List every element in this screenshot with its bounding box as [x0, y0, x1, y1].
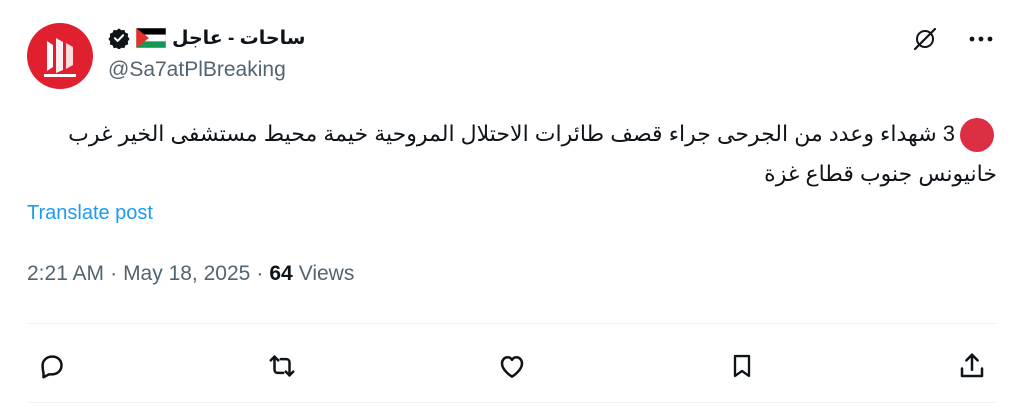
post-date[interactable]: May 18, 2025 — [123, 262, 250, 286]
palestine-flag-icon — [136, 28, 166, 48]
views-label: Views — [298, 262, 355, 285]
reply-icon[interactable] — [35, 349, 69, 383]
views-count: 64 — [269, 262, 293, 285]
post-time[interactable]: 2:21 AM — [27, 262, 104, 286]
account-handle[interactable]: @Sa7atPlBreaking — [108, 58, 286, 82]
account-name[interactable]: ساحات - عاجل — [172, 27, 305, 50]
meta-separator: · — [110, 262, 118, 285]
like-icon[interactable] — [495, 349, 529, 383]
divider — [27, 402, 997, 403]
bookmark-icon[interactable] — [725, 349, 759, 383]
grok-icon[interactable] — [908, 24, 942, 54]
sa7at-logo-icon — [44, 38, 76, 77]
meta-separator: · — [256, 262, 264, 285]
share-icon[interactable] — [955, 349, 989, 383]
post-text-line-2: خانيونس جنوب قطاع غزة — [764, 161, 997, 186]
post-text-line-1: 3 شهداء وعدد من الجرحى جراء قصف طائرات ا… — [68, 121, 955, 146]
divider — [27, 323, 997, 324]
avatar[interactable] — [27, 23, 93, 89]
post-meta: 2:21 AM · May 18, 2025 · 64 Views — [27, 262, 354, 286]
verified-badge-icon — [108, 27, 130, 49]
repost-icon[interactable] — [265, 349, 299, 383]
action-bar — [27, 346, 997, 386]
translate-post-link[interactable]: Translate post — [27, 202, 153, 225]
more-options-icon[interactable] — [964, 24, 998, 54]
red-circle-icon — [960, 118, 994, 152]
